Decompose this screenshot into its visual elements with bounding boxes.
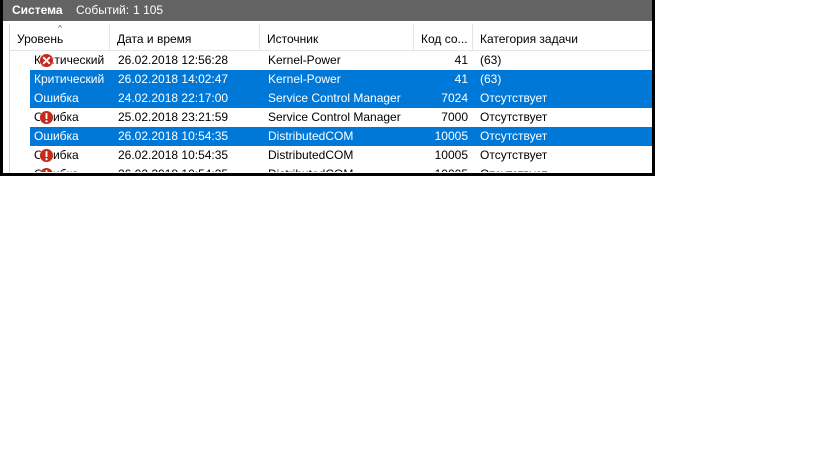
cell-datetime-text: 26.02.2018 12:56:28 xyxy=(118,53,229,67)
table-row[interactable]: Критический 26.02.2018 12:56:28 Kernel-Pow… xyxy=(10,51,652,70)
cell-source-text: DistributedCOM xyxy=(268,148,354,162)
cell-datetime-text: 26.02.2018 10:54:35 xyxy=(118,129,229,143)
column-header-code[interactable]: Код со... xyxy=(414,24,473,50)
cell-category-text: Отсутствует xyxy=(480,91,548,105)
cell-category-text: Отсутствует xyxy=(480,110,548,124)
events-count-value: 1 105 xyxy=(133,3,164,17)
cell-category: (63) xyxy=(480,70,650,89)
cell-code: 10005 xyxy=(388,127,468,146)
cell-level: Ошибка xyxy=(34,146,114,165)
error-icon xyxy=(39,110,54,125)
cell-datetime-text: 24.02.2018 22:17:00 xyxy=(118,91,229,105)
events-count-label: Событий: xyxy=(76,3,130,17)
cell-level: Критический xyxy=(34,70,114,89)
cell-code: 10005 xyxy=(388,165,468,173)
cell-category: Отсутствует xyxy=(480,89,650,108)
cell-datetime-text: 26.02.2018 14:02:47 xyxy=(118,72,229,86)
column-header-level-label: Уровень xyxy=(17,32,64,46)
column-header-datetime-label: Дата и время xyxy=(117,32,192,46)
cell-code: 41 xyxy=(388,51,468,70)
column-header-level[interactable]: ^ Уровень xyxy=(10,24,110,50)
error-icon xyxy=(39,148,54,163)
event-viewer-panel: Система Событий: 1 105 ^ Уровень Дата и в… xyxy=(0,0,655,176)
cell-code-text: 10005 xyxy=(434,129,468,143)
cell-code-text: 41 xyxy=(454,72,468,86)
cell-code: 7024 xyxy=(388,89,468,108)
table-row[interactable]: Критический 26.02.2018 14:02:47 Kernel-Pow… xyxy=(30,70,652,89)
table-row[interactable]: Ошибка 26.02.2018 10:54:35 DistributedCOM 1… xyxy=(10,165,652,173)
cell-category: (63) xyxy=(480,51,650,70)
cell-code-text: 10005 xyxy=(434,148,468,162)
cell-level-text: Ошибка xyxy=(34,129,79,143)
table-row[interactable]: Ошибка 25.02.2018 23:21:59 Service Control… xyxy=(10,108,652,127)
cell-category-text: Отсутствует xyxy=(480,148,548,162)
cell-datetime: 26.02.2018 14:02:47 xyxy=(118,70,258,89)
cell-level-text: Критический xyxy=(34,72,105,86)
column-header-category[interactable]: Категория задачи xyxy=(473,24,652,50)
sort-ascending-icon: ^ xyxy=(58,24,62,33)
table-row[interactable]: Ошибка 24.02.2018 22:17:00 Service Control… xyxy=(30,89,652,108)
critical-icon xyxy=(39,53,54,68)
cell-datetime-text: 26.02.2018 10:54:35 xyxy=(118,148,229,162)
cell-category: Отсутствует xyxy=(480,165,650,173)
cell-code-text: 41 xyxy=(454,53,468,67)
cell-level: Ошибка xyxy=(34,89,114,108)
grid-bottom-edge xyxy=(10,172,652,173)
column-header-source[interactable]: Источник xyxy=(260,24,414,50)
cell-level: Ошибка xyxy=(34,165,114,173)
cell-source-text: Kernel-Power xyxy=(268,53,341,67)
cell-category-text: Отсутствует xyxy=(480,129,548,143)
grid-header: ^ Уровень Дата и время Источник Код со..… xyxy=(10,24,652,51)
events-count: Событий: 1 105 xyxy=(76,0,167,21)
cell-category: Отсутствует xyxy=(480,127,650,146)
table-row[interactable]: Ошибка 26.02.2018 10:54:35 DistributedCOM 1… xyxy=(10,146,652,165)
cell-category-text: (63) xyxy=(480,72,502,86)
cell-datetime: 26.02.2018 10:54:35 xyxy=(118,165,258,173)
panel-titlebar: Система Событий: 1 105 xyxy=(3,0,652,21)
cell-source-text: Service Control Manager xyxy=(268,110,401,124)
column-header-code-label: Код со... xyxy=(421,32,468,46)
column-header-source-label: Источник xyxy=(267,32,319,46)
cell-code: 7000 xyxy=(388,108,468,127)
cell-category-text: (63) xyxy=(480,53,502,67)
cell-source-text: DistributedCOM xyxy=(268,129,354,143)
events-grid[interactable]: ^ Уровень Дата и время Источник Код со..… xyxy=(9,24,652,173)
cell-source-text: Kernel-Power xyxy=(268,72,341,86)
cell-category: Отсутствует xyxy=(480,146,650,165)
cell-category: Отсутствует xyxy=(480,108,650,127)
table-row[interactable]: Ошибка 26.02.2018 10:54:35 DistributedCOM 1… xyxy=(30,127,652,146)
cell-level: Ошибка xyxy=(34,127,114,146)
cell-code-text: 7024 xyxy=(441,91,468,105)
panel-title: Система xyxy=(12,3,63,17)
cell-code-text: 7000 xyxy=(441,110,468,124)
column-header-category-label: Категория задачи xyxy=(480,32,578,46)
column-header-datetime[interactable]: Дата и время xyxy=(110,24,260,50)
cell-level-text: Ошибка xyxy=(34,91,79,105)
cell-source-text: Service Control Manager xyxy=(268,91,401,105)
cell-level: Критический xyxy=(34,51,114,70)
cell-datetime: 25.02.2018 23:21:59 xyxy=(118,108,258,127)
cell-level: Ошибка xyxy=(34,108,114,127)
cell-datetime: 26.02.2018 10:54:35 xyxy=(118,127,258,146)
cell-datetime: 24.02.2018 22:17:00 xyxy=(118,89,258,108)
cell-datetime: 26.02.2018 12:56:28 xyxy=(118,51,258,70)
cell-datetime-text: 25.02.2018 23:21:59 xyxy=(118,110,229,124)
cell-code: 10005 xyxy=(388,146,468,165)
cell-datetime: 26.02.2018 10:54:35 xyxy=(118,146,258,165)
cell-code: 41 xyxy=(388,70,468,89)
